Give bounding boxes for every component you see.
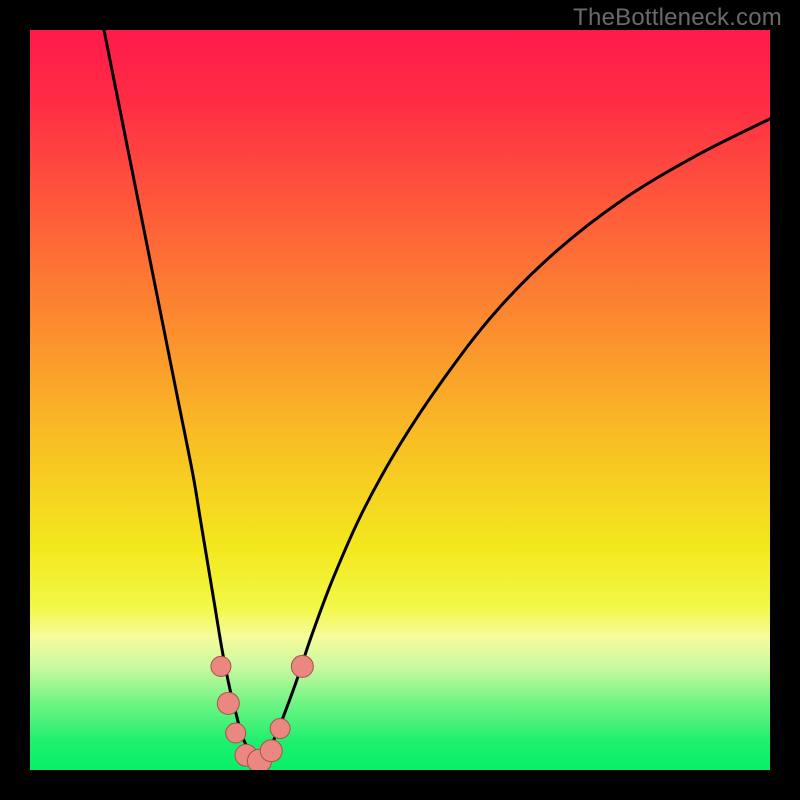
data-marker (217, 692, 239, 714)
chart-gradient-bg (30, 30, 770, 770)
data-marker (291, 655, 313, 677)
data-marker (211, 656, 231, 676)
watermark-label: TheBottleneck.com (573, 4, 782, 32)
chart-svg (30, 30, 770, 770)
chart-frame: TheBottleneck.com (0, 0, 800, 800)
data-marker (260, 740, 282, 762)
data-marker (270, 719, 290, 739)
chart-plot-area (30, 30, 770, 770)
data-marker (226, 723, 246, 743)
